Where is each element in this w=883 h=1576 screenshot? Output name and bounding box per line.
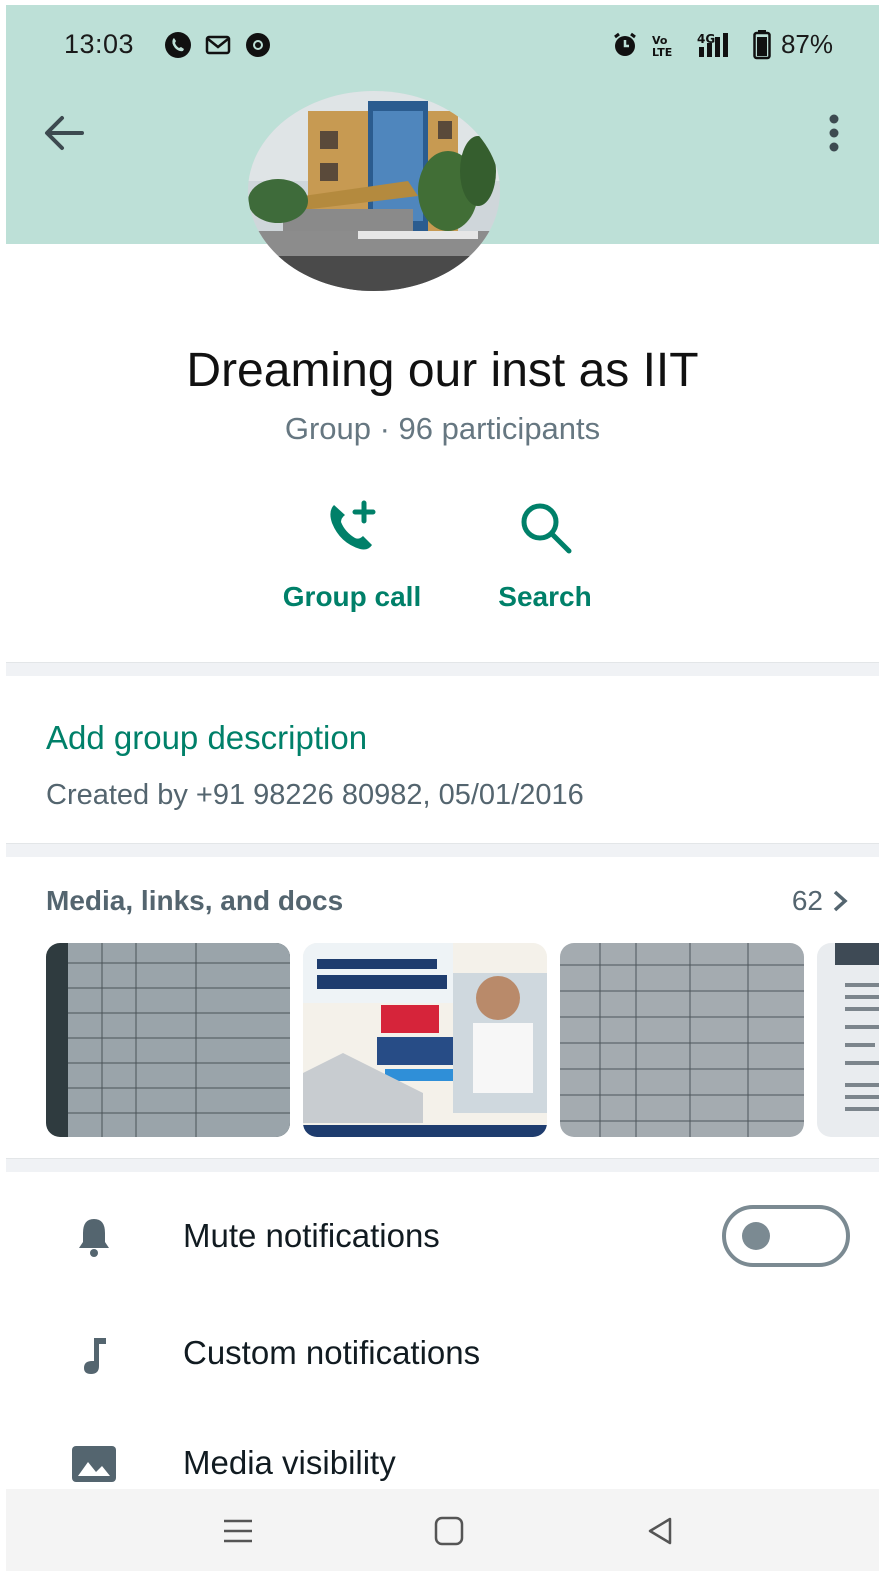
group-call-label: Group call [282,581,422,612]
music-note-icon [84,1338,106,1374]
search-label: Search [498,581,592,612]
custom-notifications-row[interactable]: Custom notifications [6,1298,879,1408]
status-time: 13:03 [64,29,135,59]
search-icon [521,503,572,554]
group-call-button[interactable]: Group call [272,495,432,613]
add-group-description[interactable]: Add group description [46,719,367,757]
home-button[interactable] [429,1511,469,1551]
bell-icon [79,1219,109,1257]
media-visibility-label: Media visibility [183,1444,396,1481]
back-button[interactable] [40,109,88,157]
status-right: Vo LTE 4G 87% [611,29,833,60]
document-photo [46,943,290,1137]
alarm-icon [614,32,636,56]
media-thumbnail[interactable] [303,943,547,1137]
group-title: Dreaming our inst as IIT [186,344,699,397]
mute-notifications-label: Mute notifications [183,1217,440,1254]
mute-toggle[interactable] [722,1205,850,1267]
back-nav-button[interactable] [640,1511,680,1551]
media-thumbnail[interactable] [560,943,804,1137]
section-divider [6,1158,879,1172]
custom-notifications-label: Custom notifications [183,1334,481,1371]
media-count-link[interactable]: 62 [792,885,849,917]
volte-icon: VoLTE [652,34,672,59]
add-call-icon [330,500,376,550]
nptel-poster [303,943,547,1137]
media-thumbnail[interactable] [817,943,879,1137]
section-divider [6,843,879,857]
image-icon [72,1446,116,1482]
section-divider [6,662,879,676]
system-navigation-bar [6,1489,879,1571]
search-button[interactable]: Search [486,495,604,613]
group-avatar[interactable] [248,91,500,291]
signal-4g-icon: 4G [697,32,728,57]
more-options-button[interactable] [819,109,849,157]
media-heading[interactable]: Media, links, and docs [46,885,343,917]
svg-text:4G: 4G [697,32,715,46]
group-info-screen: 13:03 Vo LTE 4G 87% Dreaming our inst as… [6,5,879,1571]
chevron-right-icon [833,890,848,912]
media-thumbnails [46,943,879,1137]
battery-icon [753,29,771,59]
media-count: 62 [791,885,823,916]
battery-level: 87% [780,29,833,59]
whatsapp-icon [165,32,191,58]
toggle-knob [742,1222,770,1250]
gmail-icon [205,35,231,55]
letter-document [817,943,879,1137]
media-thumbnail[interactable] [46,943,290,1137]
document-photo [560,943,804,1137]
building-photo [248,91,500,291]
created-info: Created by +91 98226 80982, 05/01/2016 [46,779,584,811]
group-subtitle: Group · 96 participants [284,411,601,446]
chrome-icon [246,33,270,57]
status-left-icons [164,31,272,59]
recent-apps-button[interactable] [218,1511,258,1551]
svg-text:LTE: LTE [652,46,672,59]
